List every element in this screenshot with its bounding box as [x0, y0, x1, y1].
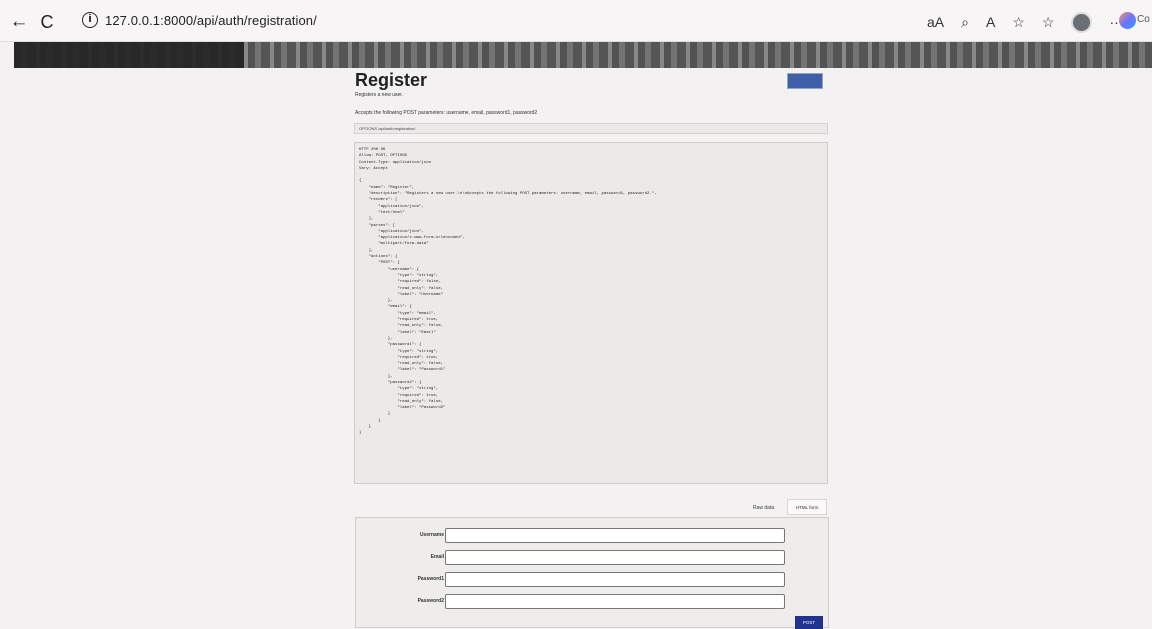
username-row: Username: [356, 528, 830, 544]
site-info-icon[interactable]: i: [82, 12, 98, 28]
registration-page: Register Registers a new user. Accepts t…: [349, 68, 839, 629]
read-aloud-icon[interactable]: A: [986, 13, 995, 31]
zoom-icon[interactable]: ⌕: [961, 13, 969, 31]
favorite-star-icon[interactable]: ☆: [1012, 13, 1025, 31]
password2-row: Password2: [356, 594, 830, 610]
response-panel: HTTP 200 OK Allow: POST, OPTIONS Content…: [354, 142, 828, 484]
post-button[interactable]: POST: [795, 616, 823, 629]
email-row: Email: [356, 550, 830, 566]
back-arrow-icon[interactable]: ←: [8, 11, 30, 33]
translate-icon[interactable]: aA: [927, 13, 944, 31]
form-tabs: Raw data HTML form: [349, 497, 829, 515]
profile-avatar-icon[interactable]: [1071, 11, 1093, 33]
password2-input[interactable]: [445, 594, 785, 609]
email-label: Email: [430, 554, 444, 560]
email-input[interactable]: [445, 550, 785, 565]
raw-data-tab[interactable]: Raw data: [753, 505, 774, 511]
username-input[interactable]: [445, 528, 785, 543]
login-badge[interactable]: [787, 73, 823, 89]
browser-toolbar: ← C i 127.0.0.1:8000/api/auth/registrati…: [0, 0, 1152, 42]
username-label: Username: [419, 532, 444, 538]
request-method-line: OPTIONS /api/auth/registration/: [359, 126, 416, 131]
password2-label: Password2: [417, 598, 444, 604]
page-title: Register: [355, 70, 428, 90]
password1-row: Password1: [356, 572, 830, 588]
copilot-icon[interactable]: [1119, 12, 1136, 29]
password1-input[interactable]: [445, 572, 785, 587]
banner-dark-section: [14, 42, 244, 68]
registration-form: Username Email Password1 Password2 POST: [355, 517, 830, 629]
copilot-label[interactable]: Co: [1137, 14, 1150, 25]
request-method-box: OPTIONS /api/auth/registration/: [354, 123, 828, 134]
collections-icon[interactable]: ☆: [1042, 13, 1055, 31]
reload-icon[interactable]: C: [36, 11, 58, 33]
html-form-tab[interactable]: HTML form: [787, 499, 827, 515]
endpoint-description: Accepts the following POST parameters: u…: [355, 110, 538, 116]
response-json: HTTP 200 OK Allow: POST, OPTIONS Content…: [359, 148, 657, 436]
url-text[interactable]: 127.0.0.1:8000/api/auth/registration/: [105, 13, 317, 28]
password1-label: Password1: [417, 576, 444, 582]
page-subtitle: Registers a new user.: [355, 92, 404, 98]
browser-actions: aA ⌕ A ☆ ☆ ···: [927, 11, 1123, 33]
